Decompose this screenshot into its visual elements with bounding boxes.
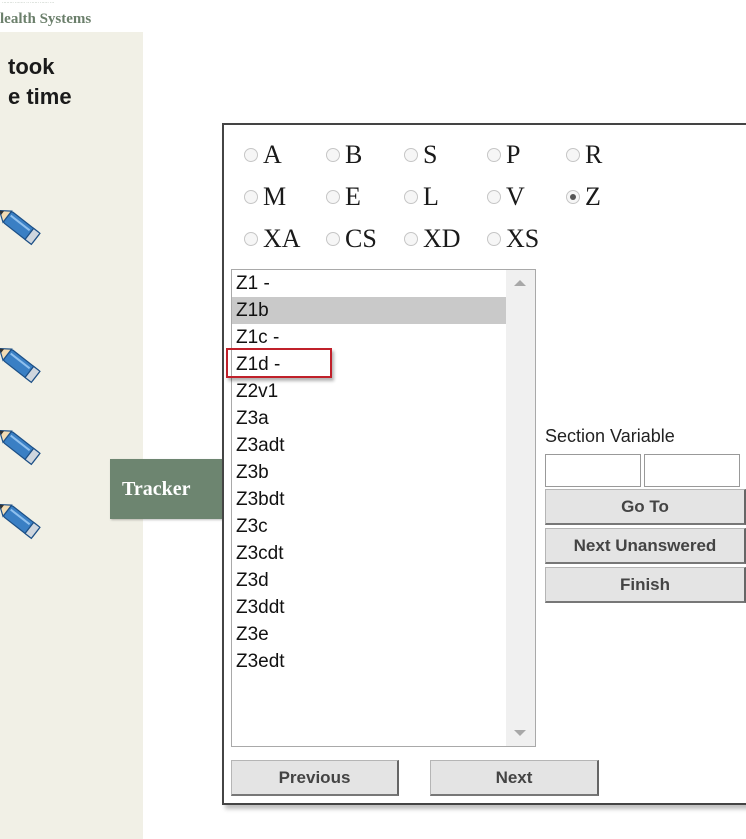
- variable-listbox[interactable]: Z1 - Z1b Z1c - Z1d - Z2v1 Z3a Z3adt Z3b …: [231, 269, 536, 747]
- section-radio-b[interactable]: B: [326, 140, 362, 170]
- list-item[interactable]: Z3cdt: [232, 540, 506, 567]
- section-radio-label: XD: [423, 224, 461, 253]
- list-item[interactable]: Z3d: [232, 567, 506, 594]
- list-item[interactable]: Z3a: [232, 405, 506, 432]
- section-radio-p[interactable]: P: [487, 140, 520, 170]
- section-radio-label: CS: [345, 224, 377, 253]
- list-item[interactable]: Z1c -: [232, 324, 506, 351]
- section-radio-s[interactable]: S: [404, 140, 437, 170]
- radio-circle-icon[interactable]: [244, 148, 258, 162]
- sidebar-heading-line-1: took: [8, 54, 55, 79]
- radio-circle-icon[interactable]: [326, 232, 340, 246]
- list-item[interactable]: Z3bdt: [232, 486, 506, 513]
- listbox-scrollbar[interactable]: [506, 270, 535, 746]
- section-radio-label: XA: [263, 224, 301, 253]
- section-radio-label: E: [345, 182, 361, 211]
- brand-header: ········ ······· ·· ······ ······ ··· le…: [0, 0, 143, 32]
- radio-circle-icon[interactable]: [244, 232, 258, 246]
- brand-name: lealth Systems: [0, 11, 92, 27]
- section-radio-label: L: [423, 182, 439, 211]
- section-radio-xs[interactable]: XS: [487, 224, 539, 254]
- section-radio-r[interactable]: R: [566, 140, 602, 170]
- next-button[interactable]: Next: [430, 760, 599, 796]
- go-to-button[interactable]: Go To: [545, 489, 746, 525]
- section-radio-label: R: [585, 140, 603, 169]
- list-item[interactable]: Z2v1: [232, 378, 506, 405]
- brand-tagline: ········ ······· ·· ······ ······ ···: [2, 1, 55, 6]
- tracker-tab[interactable]: Tracker: [110, 459, 226, 519]
- list-item[interactable]: Z3c: [232, 513, 506, 540]
- radio-circle-icon[interactable]: [404, 148, 418, 162]
- section-radio-label: A: [263, 140, 282, 169]
- list-item[interactable]: Z1 -: [232, 270, 506, 297]
- variable-input[interactable]: [644, 454, 740, 487]
- section-variable-label: Section Variable: [545, 426, 675, 446]
- radio-circle-icon[interactable]: [566, 148, 580, 162]
- edit-pencil-icon[interactable]: [0, 502, 48, 548]
- radio-circle-icon[interactable]: [404, 190, 418, 204]
- radio-selected-icon[interactable]: [566, 190, 580, 204]
- section-radio-a[interactable]: A: [244, 140, 282, 170]
- radio-circle-icon[interactable]: [326, 190, 340, 204]
- scroll-down-arrow-icon[interactable]: [514, 730, 526, 736]
- section-radio-l[interactable]: L: [404, 182, 439, 212]
- list-item[interactable]: Z3ddt: [232, 594, 506, 621]
- edit-pencil-icon[interactable]: [0, 428, 48, 474]
- section-radio-v[interactable]: V: [487, 182, 525, 212]
- section-radio-xd[interactable]: XD: [404, 224, 461, 254]
- previous-button[interactable]: Previous: [231, 760, 399, 796]
- next-unanswered-button[interactable]: Next Unanswered: [545, 528, 746, 564]
- list-item-selected[interactable]: Z1b: [232, 297, 506, 324]
- variable-list: Z1 - Z1b Z1c - Z1d - Z2v1 Z3a Z3adt Z3b …: [232, 270, 506, 746]
- section-input[interactable]: [545, 454, 641, 487]
- annotation-highlight-box: [226, 348, 332, 378]
- section-radio-label: B: [345, 140, 363, 169]
- edit-pencil-icon[interactable]: [0, 346, 48, 392]
- section-radio-cs[interactable]: CS: [326, 224, 377, 254]
- radio-circle-icon[interactable]: [404, 232, 418, 246]
- radio-circle-icon[interactable]: [244, 190, 258, 204]
- radio-circle-icon[interactable]: [487, 148, 501, 162]
- list-item[interactable]: Z3b: [232, 459, 506, 486]
- edit-pencil-icon[interactable]: [0, 208, 48, 254]
- list-item[interactable]: Z3edt: [232, 648, 506, 675]
- scroll-up-arrow-icon[interactable]: [514, 280, 526, 286]
- section-radio-label: P: [506, 140, 521, 169]
- list-item[interactable]: Z3e: [232, 621, 506, 648]
- section-radio-label: XS: [506, 224, 540, 253]
- section-radio-xa[interactable]: XA: [244, 224, 301, 254]
- section-radio-label: M: [263, 182, 287, 211]
- list-item[interactable]: Z3adt: [232, 432, 506, 459]
- section-radio-e[interactable]: E: [326, 182, 361, 212]
- section-radio-label: Z: [585, 182, 601, 211]
- sidebar: took e time: [0, 32, 143, 839]
- radio-circle-icon[interactable]: [487, 190, 501, 204]
- section-radio-label: V: [506, 182, 525, 211]
- radio-circle-icon[interactable]: [487, 232, 501, 246]
- section-radio-m[interactable]: M: [244, 182, 286, 212]
- section-radio-label: S: [423, 140, 438, 169]
- radio-circle-icon[interactable]: [326, 148, 340, 162]
- sidebar-heading-line-2: e time: [8, 84, 72, 109]
- finish-button[interactable]: Finish: [545, 567, 746, 603]
- section-radio-z[interactable]: Z: [566, 182, 601, 212]
